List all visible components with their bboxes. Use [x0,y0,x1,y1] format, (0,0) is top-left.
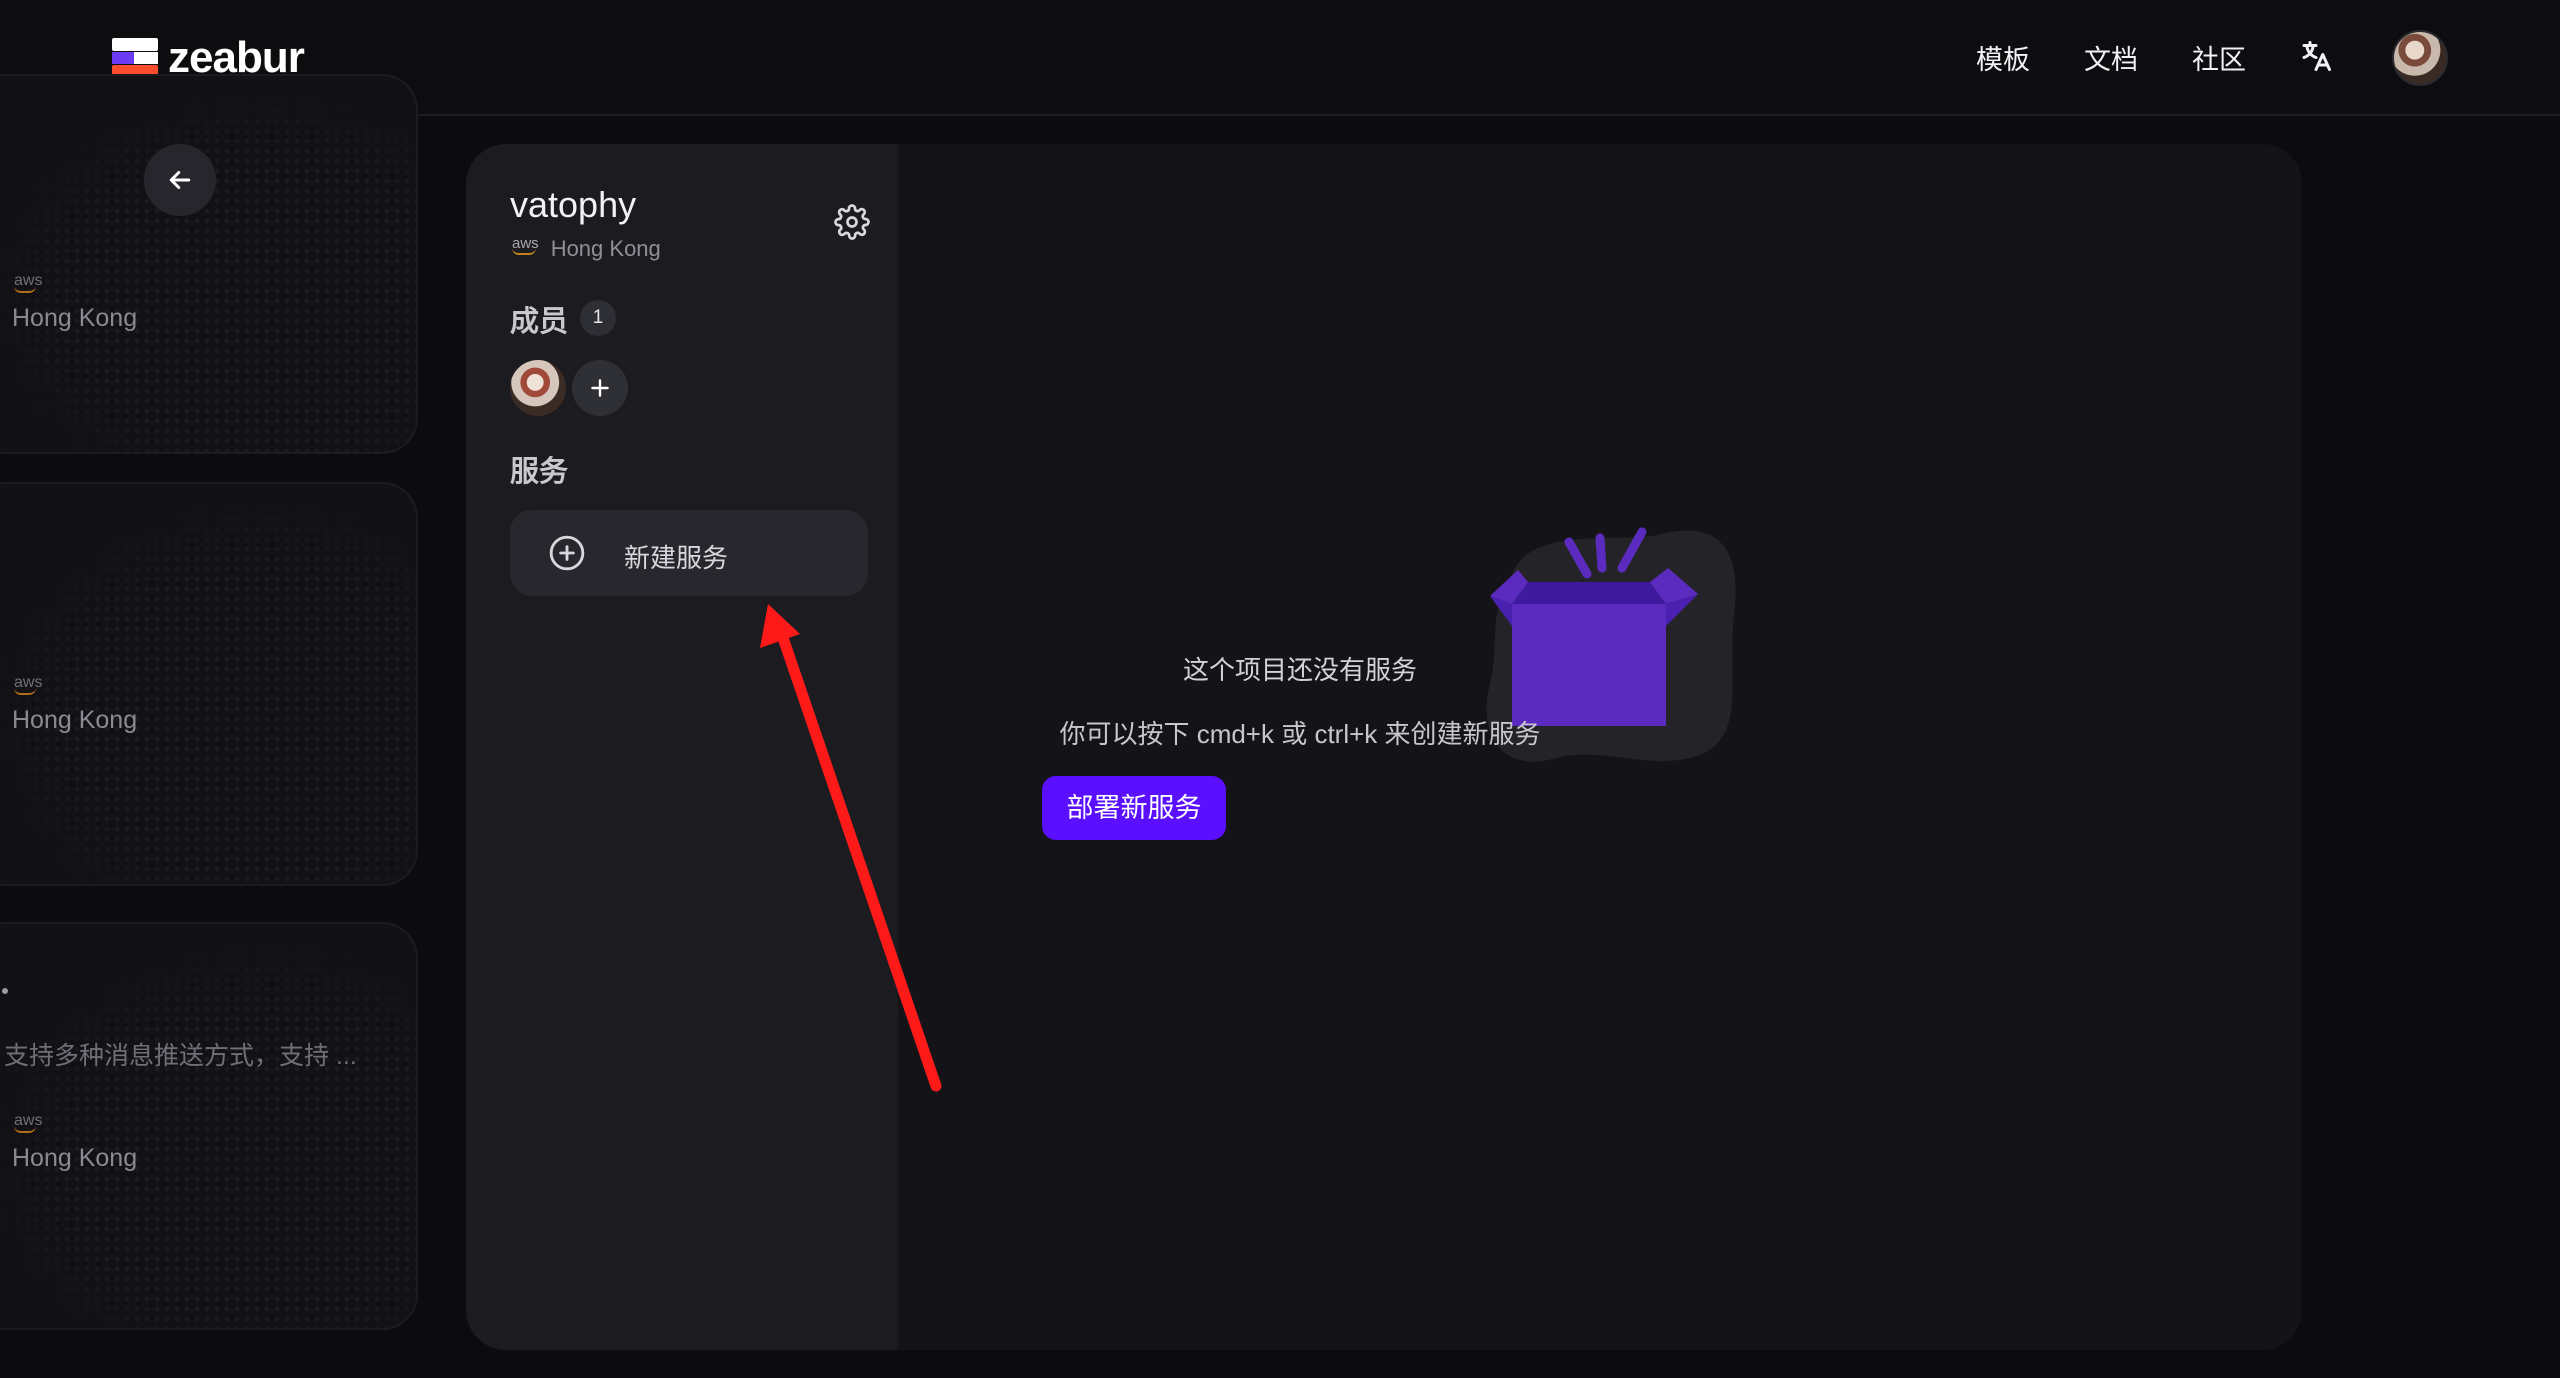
arrow-left-icon [169,171,191,189]
card-region: Hong Kong [12,304,138,332]
aws-logo-icon: aws [14,272,42,293]
empty-state-title: 这个项目还没有服务 [1182,655,1417,685]
user-avatar[interactable] [2392,30,2448,86]
card-description: 支持多种消息推送方式，支持 ... [4,1042,357,1070]
deploy-new-service-button[interactable]: 部署新服务 [1042,776,1226,840]
project-name: vatophy [510,184,637,225]
aws-logo-icon: aws [14,1112,42,1133]
translate-icon[interactable] [2298,38,2334,74]
aws-logo-icon: aws [14,674,42,695]
plus-circle-icon [549,535,585,571]
nav-community[interactable]: 社区 [2192,38,2246,77]
member-avatar[interactable] [510,360,566,416]
add-member-button[interactable] [572,360,628,416]
zeabur-logo-mark [112,38,158,78]
project-region: Hong Kong [550,236,661,261]
project-card[interactable]: aws Hong Kong [0,482,418,886]
project-card[interactable]: 支持多种消息推送方式，支持 ... aws Hong Kong [0,922,418,1330]
card-region: Hong Kong [12,706,138,734]
services-title: 服务 [510,456,569,488]
members-title: 成员 [510,306,569,338]
plus-icon [591,379,609,397]
card-title-fragment [2,988,8,994]
gear-icon[interactable] [834,204,870,240]
project-region-row: aws Hong Kong [512,235,661,262]
nav-docs[interactable]: 文档 [2084,38,2138,77]
new-service-label: 新建服务 [624,543,729,573]
nav-templates[interactable]: 模板 [1976,38,2030,77]
project-card[interactable]: aws Hong Kong [0,74,418,454]
card-region: Hong Kong [12,1144,138,1172]
new-service-button[interactable]: 新建服务 [510,510,868,596]
empty-state-subtitle: 你可以按下 cmd+k 或 ctrl+k 来创建新服务 [1059,719,1541,749]
aws-logo-icon: aws [512,235,539,255]
project-list: aws Hong Kong aws Hong Kong 支持多种消息推送方式，支… [0,74,418,1378]
back-button[interactable] [144,144,216,216]
members-count-badge: 1 [580,300,616,336]
